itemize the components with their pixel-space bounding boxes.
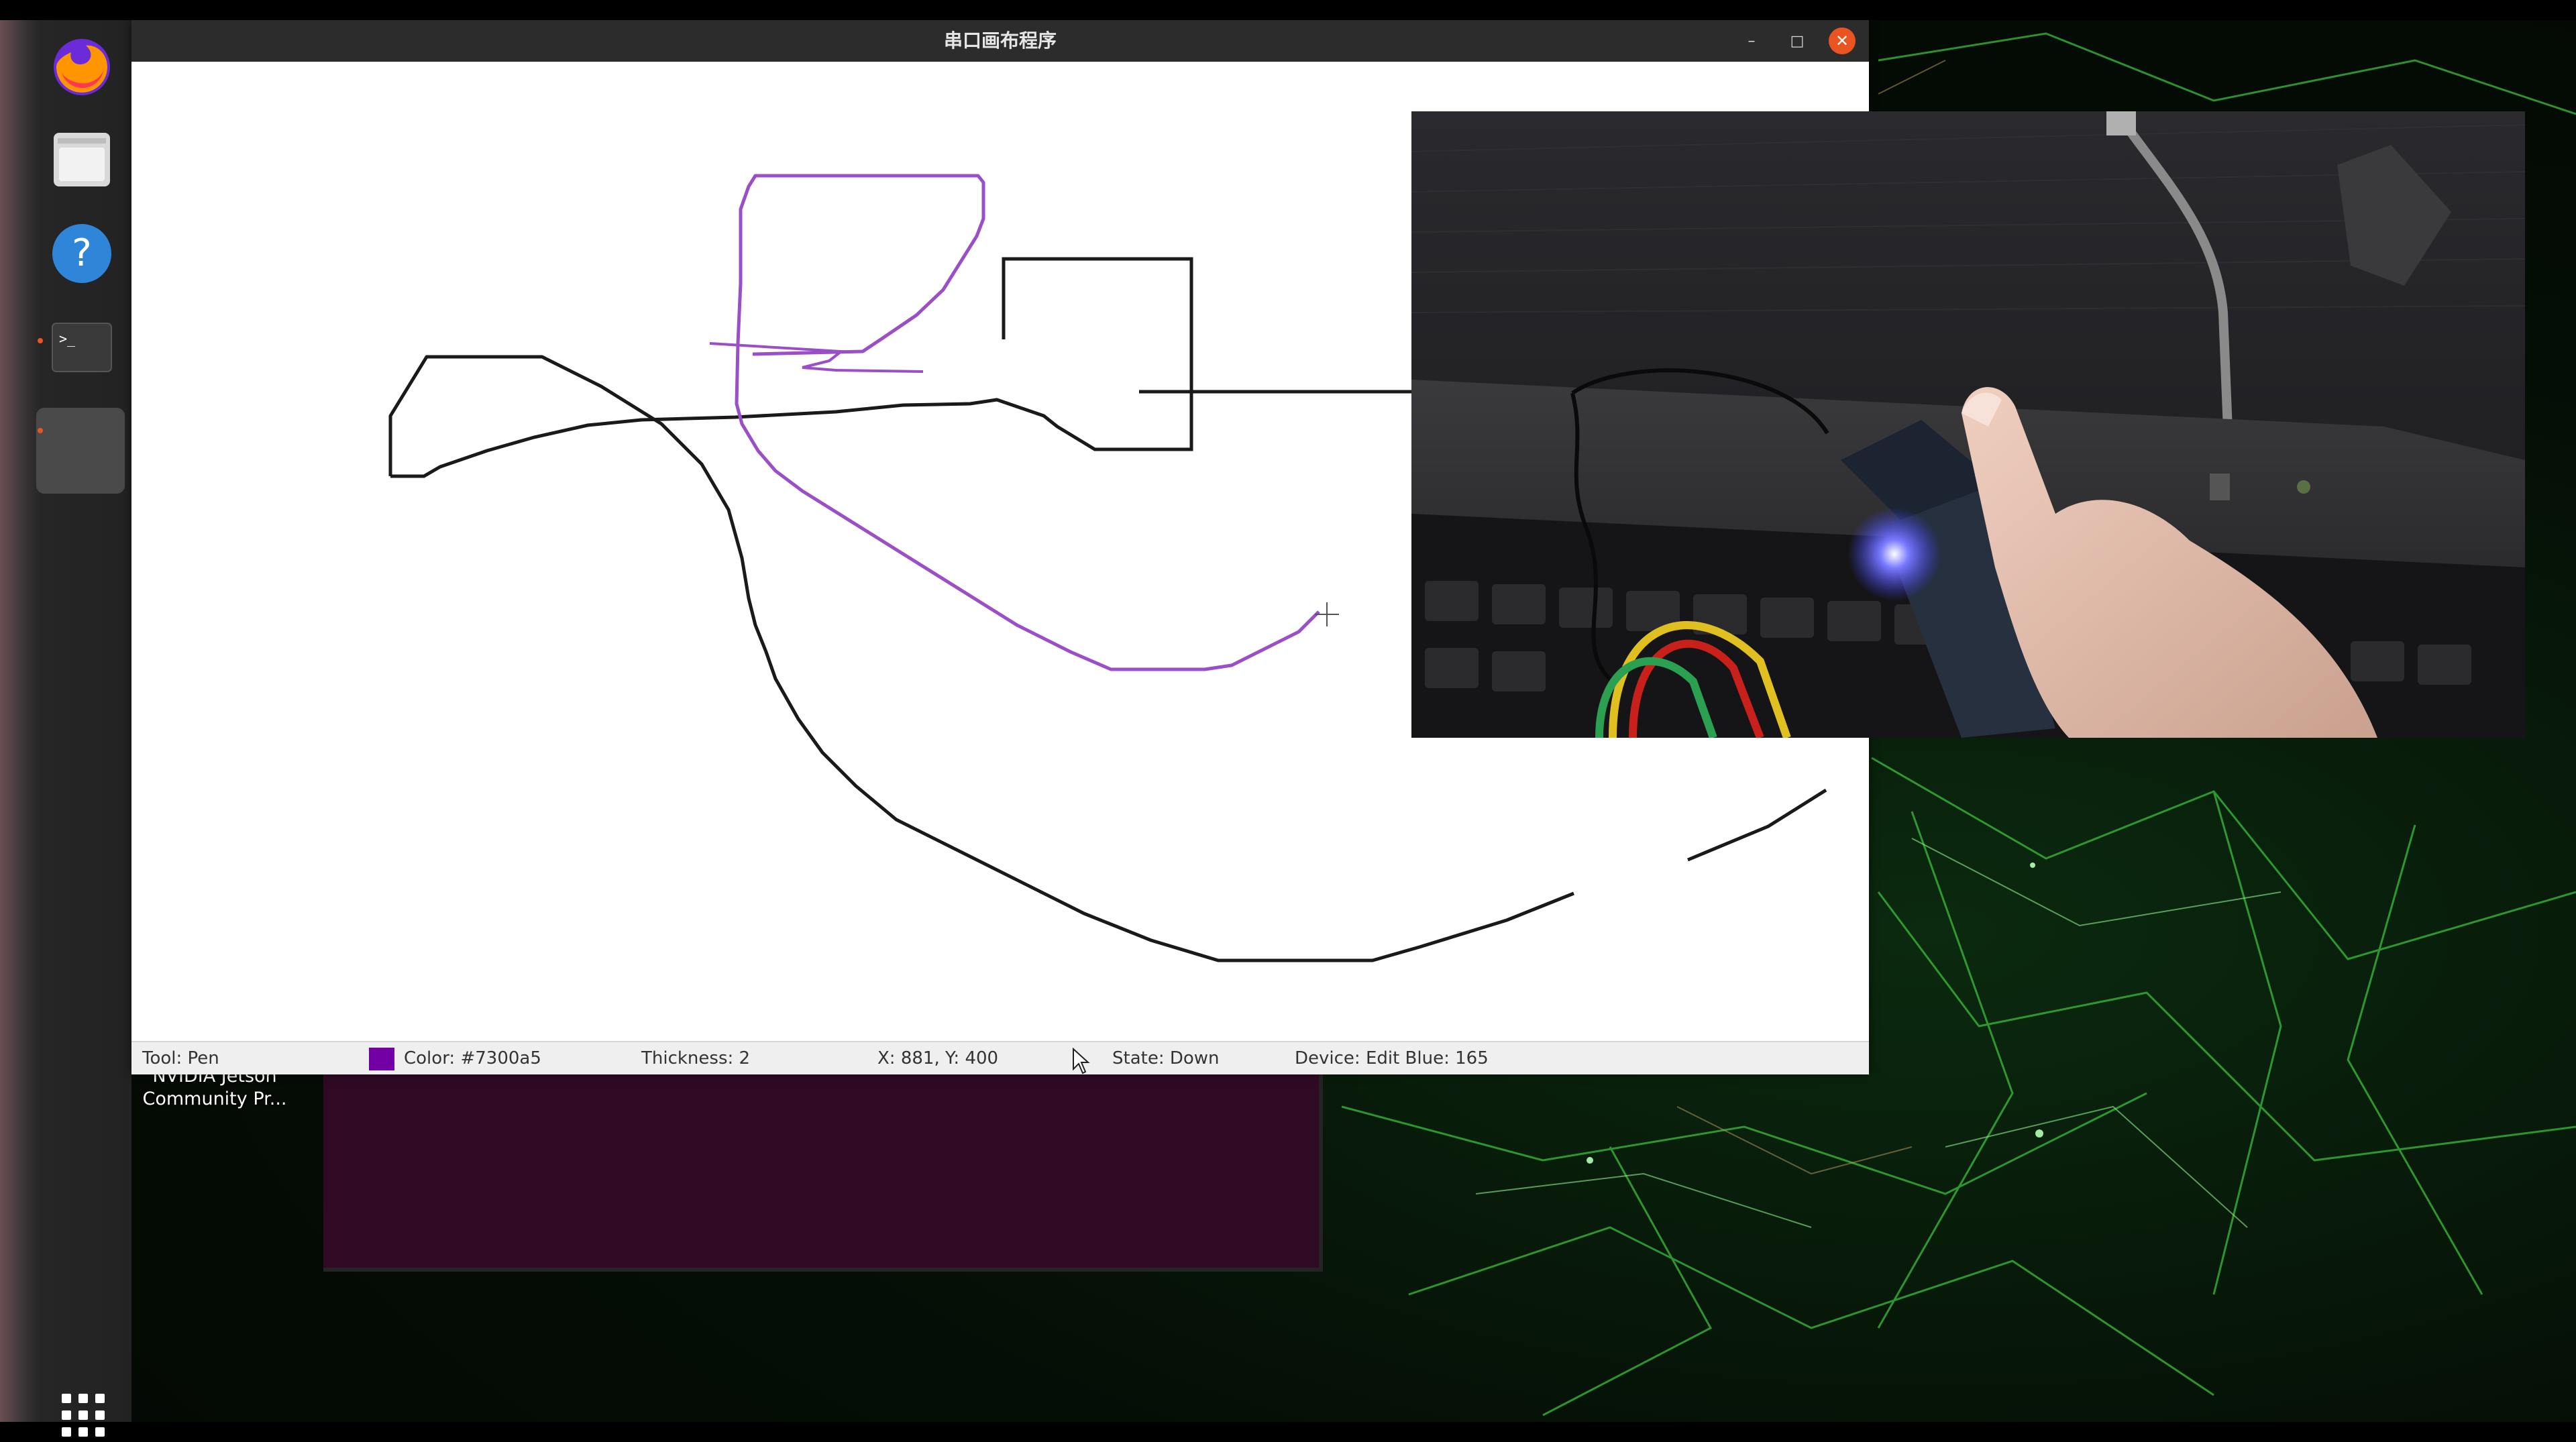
top-letterbox [0,0,2576,20]
firefox-icon-graphic [54,39,110,95]
status-color-swatch [369,1048,394,1070]
terminal-window[interactable] [323,1073,1323,1272]
svg-text:>_: >_ [59,331,76,347]
terminal-icon-graphic: >_ [52,323,112,372]
window-title: 串口画布程序 [943,30,1057,52]
camera-video-overlay [1411,111,2525,738]
active-app-icon[interactable] [42,406,122,487]
hardware-photo-image [1411,111,2525,738]
desktop-icon-label-line2: Community Pr... [142,1089,287,1109]
status-state: State: Down [1112,1048,1220,1068]
bottom-letterbox [0,1422,2576,1442]
maximize-button[interactable]: □ [1787,32,1807,52]
status-device: Device: Edit Blue: 165 [1295,1048,1489,1068]
help-icon[interactable]: ? [42,213,122,294]
help-icon-graphic: ? [52,224,111,283]
crosshair-cursor-icon [1315,602,1339,626]
files-icon-graphic [54,133,110,186]
black-stroke-shape [388,355,1574,962]
status-color: Color: #7300a5 [404,1048,541,1068]
dock: ? >_ [0,20,131,1437]
purple-stroke-inner [709,342,924,373]
firefox-icon[interactable] [42,25,122,106]
mouse-pointer-icon [1073,1048,1090,1074]
close-button[interactable]: ✕ [1829,27,1856,54]
purple-stroke-shape [735,174,1320,671]
status-thickness: Thickness: 2 [641,1048,751,1068]
show-apps-icon[interactable] [62,1394,105,1437]
files-icon[interactable] [42,119,122,200]
status-bar: Tool: Pen Color: #7300a5 Thickness: 2 X:… [131,1041,1869,1074]
status-coords: X: 881, Y: 400 [877,1048,999,1068]
screen: ? >_ NVIDIA Jetson Community Pr... 串口画布程… [0,0,2576,1442]
black-stroke-left-base [390,257,1193,478]
svg-text:?: ? [72,231,92,275]
title-bar[interactable]: 串口画布程序 – □ ✕ [131,20,1869,62]
black-stroke-bottom-tail [1687,788,1827,862]
terminal-icon[interactable]: >_ [42,307,122,388]
minimize-button[interactable]: – [1741,32,1762,52]
status-tool: Tool: Pen [142,1048,219,1068]
